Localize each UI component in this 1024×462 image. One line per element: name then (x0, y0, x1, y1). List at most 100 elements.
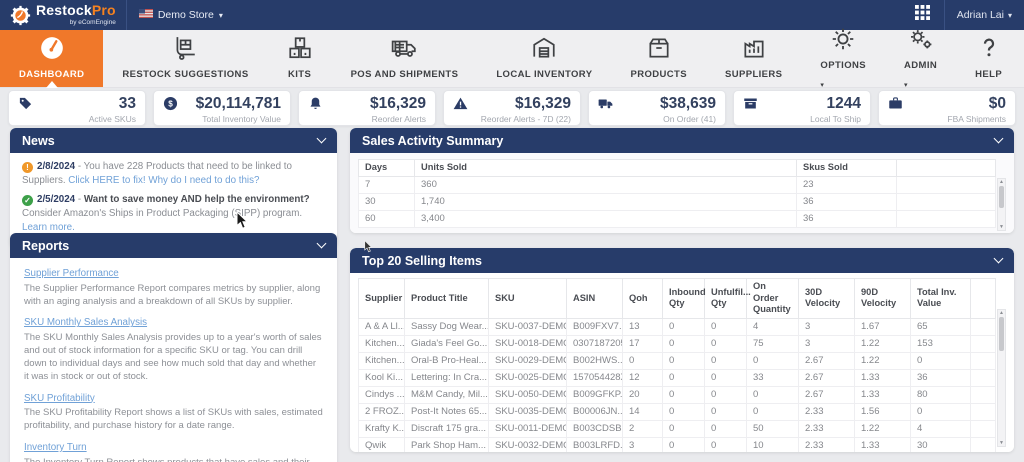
cell-sku[interactable]: SKU-0025-DEMO (488, 368, 567, 387)
cell-sku[interactable]: SKU-0011-DEMO (488, 419, 567, 438)
news-link[interactable]: Click HERE to fix! (68, 175, 145, 186)
news-date: 2/8/2024 (37, 161, 76, 172)
news-link[interactable]: Learn more. (22, 222, 75, 233)
scroll-down-icon[interactable]: ▼ (998, 224, 1005, 230)
cell-30d-velocity: 3 (798, 334, 855, 353)
top-table-scrollbar[interactable]: ▲ ▼ (997, 309, 1006, 447)
report-section-sku-profitability: SKU Profitability The SKU Profitability R… (24, 392, 323, 433)
table-header-row: Supplier Product Title SKU ASIN Qoh Inbound Q… (358, 278, 996, 319)
nav-item-dashboard[interactable]: DASHBOARD (0, 30, 104, 88)
user-menu[interactable]: Adrian Lai ▾ (945, 0, 1024, 30)
cell-sku[interactable]: SKU-0018-DEMO (488, 334, 567, 353)
cell-total-inv-value: 4 (910, 419, 971, 438)
report-link[interactable]: Supplier Performance (24, 268, 119, 279)
chevron-down-icon: ▾ (820, 82, 824, 89)
cell-30d-velocity: 2.33 (798, 402, 855, 421)
nav-item-restock-suggestions[interactable]: RESTOCK SUGGESTIONS (103, 30, 267, 87)
cell-90d-velocity: 1.56 (854, 402, 911, 421)
column-header-filler (895, 159, 996, 177)
stat-card-local-to-ship[interactable]: 1244 Local To Ship (733, 90, 871, 126)
column-header-product-title[interactable]: Product Title (404, 278, 489, 319)
nav-item-products[interactable]: PRODUCTS (611, 30, 706, 87)
column-header-total-inv-value[interactable]: Total Inv. Value (910, 278, 971, 319)
cell-sku[interactable]: SKU-0050-DEMO (488, 385, 567, 404)
chevron-down-icon: ▾ (1007, 11, 1012, 20)
news-panel-header[interactable]: News (10, 128, 337, 153)
column-header-supplier[interactable]: Supplier (358, 278, 405, 319)
cell-product-title: Lettering: In Cra... (404, 368, 489, 387)
cell-qoh: 12 (622, 368, 663, 387)
cell-total-inv-value: 65 (910, 317, 971, 336)
report-section-inventory-turn: Inventory Turn The Inventory Turn Report … (24, 441, 323, 462)
scroll-down-icon[interactable]: ▼ (998, 440, 1005, 446)
news-link[interactable]: Why do I need to do this? (148, 175, 259, 186)
cell-sku[interactable]: SKU-0029-DEMO (488, 351, 567, 370)
question-mark-icon (976, 35, 1002, 61)
report-description: The SKU Monthly Sales Analysis provides … (24, 332, 322, 382)
stat-value: $0 (988, 95, 1006, 112)
store-selector[interactable]: Demo Store ▾ (127, 9, 235, 21)
column-header-asin[interactable]: ASIN (566, 278, 623, 319)
nav-item-options[interactable]: OPTIONS ▾ (801, 28, 885, 89)
stat-card-reorder-alerts[interactable]: $16,329 Reorder Alerts (298, 90, 436, 126)
stat-card-active-skus[interactable]: 33 Active SKUs (8, 90, 146, 126)
brand-text: RestockPro by eComEngine (36, 3, 116, 27)
cell-product-title: Giada's Feel Go... (404, 334, 489, 353)
report-link[interactable]: Inventory Turn (24, 442, 87, 453)
cell-30d-velocity: 2.33 (798, 419, 855, 438)
column-header-on-order-quantity[interactable]: On Order Quantity (746, 278, 799, 319)
collapse-chevron-icon[interactable] (993, 253, 1004, 264)
sales-table-scrollbar[interactable]: ▲ ▼ (997, 178, 1006, 231)
nav-item-kits[interactable]: KITS (268, 30, 332, 87)
reports-panel-header[interactable]: Reports (10, 233, 337, 258)
column-header-inbound-qty[interactable]: Inbound Qty (662, 278, 706, 319)
cell-30d-velocity: 2.33 (798, 436, 855, 452)
sales-summary-header[interactable]: Sales Activity Summary (350, 128, 1014, 153)
column-header-30d-velocity[interactable]: 30D Velocity (798, 278, 855, 319)
report-link[interactable]: SKU Monthly Sales Analysis (24, 317, 147, 328)
news-panel-title: News (22, 133, 55, 148)
scrollbar-thumb[interactable] (999, 186, 1004, 208)
warning-triangle-icon (453, 96, 468, 111)
column-header-skus-sold[interactable]: Skus Sold (796, 159, 897, 177)
column-header-unfulfil-qty[interactable]: Unfulfil... Qty (704, 278, 751, 319)
cell-inbound-qty: 0 (662, 368, 705, 387)
collapse-chevron-icon[interactable] (316, 133, 327, 144)
app-logo[interactable]: RestockPro by eComEngine (0, 0, 126, 30)
stat-card-fba-shipments[interactable]: $0 FBA Shipments (878, 90, 1016, 126)
cell-filler (970, 385, 996, 404)
cell-inbound-qty: 0 (662, 402, 705, 421)
nav-item-suppliers[interactable]: SUPPLIERS (706, 30, 801, 87)
column-header-sku[interactable]: SKU (488, 278, 567, 319)
cell-sku[interactable]: SKU-0037-DEMO (488, 317, 567, 336)
collapse-chevron-icon[interactable] (993, 133, 1004, 144)
stat-card-on-order-41[interactable]: $38,639 On Order (41) (588, 90, 726, 126)
nav-item-local-inventory[interactable]: LOCAL INVENTORY (477, 30, 611, 87)
scroll-up-icon[interactable]: ▲ (998, 310, 1005, 316)
stat-card-reorder-alerts-7d-22[interactable]: $16,329 Reorder Alerts - 7D (22) (443, 90, 581, 126)
stat-value: $38,639 (659, 95, 716, 112)
stat-card-total-inventory-value[interactable]: $ $20,114,781 Total Inventory Value (153, 90, 291, 126)
cell-supplier: Cindys ... (358, 385, 405, 404)
top-selling-header[interactable]: Top 20 Selling Items (350, 248, 1014, 273)
cell-90d-velocity: 1.22 (854, 334, 911, 353)
collapse-chevron-icon[interactable] (316, 238, 327, 249)
cell-sku[interactable]: SKU-0032-DEMO (488, 436, 567, 452)
column-header-90d-velocity[interactable]: 90D Velocity (854, 278, 911, 319)
cell-filler (895, 209, 996, 228)
scroll-up-icon[interactable]: ▲ (998, 179, 1005, 185)
nav-item-pos-and-shipments[interactable]: POS AND SHIPMENTS (332, 30, 478, 87)
nav-item-admin[interactable]: ADMIN ▾ (885, 30, 956, 89)
dollar-circle-icon: $ (163, 96, 178, 111)
stats-row: 33 Active SKUs $ $20,114,781 Total Inventory… (8, 90, 1016, 126)
shipment-truck-icon (391, 35, 417, 61)
table-row: 2 FROZ... Post-It Notes 65... SKU-0035-DEM… (358, 402, 996, 421)
scrollbar-thumb[interactable] (999, 317, 1004, 351)
column-header-qoh[interactable]: Qoh (622, 278, 663, 319)
column-header-units-sold[interactable]: Units Sold (414, 159, 797, 177)
nav-item-help[interactable]: HELP (956, 30, 1021, 87)
report-link[interactable]: SKU Profitability (24, 393, 95, 404)
cell-sku[interactable]: SKU-0035-DEMO (488, 402, 567, 421)
column-header-days[interactable]: Days (358, 159, 415, 177)
tag-icon (18, 96, 33, 111)
